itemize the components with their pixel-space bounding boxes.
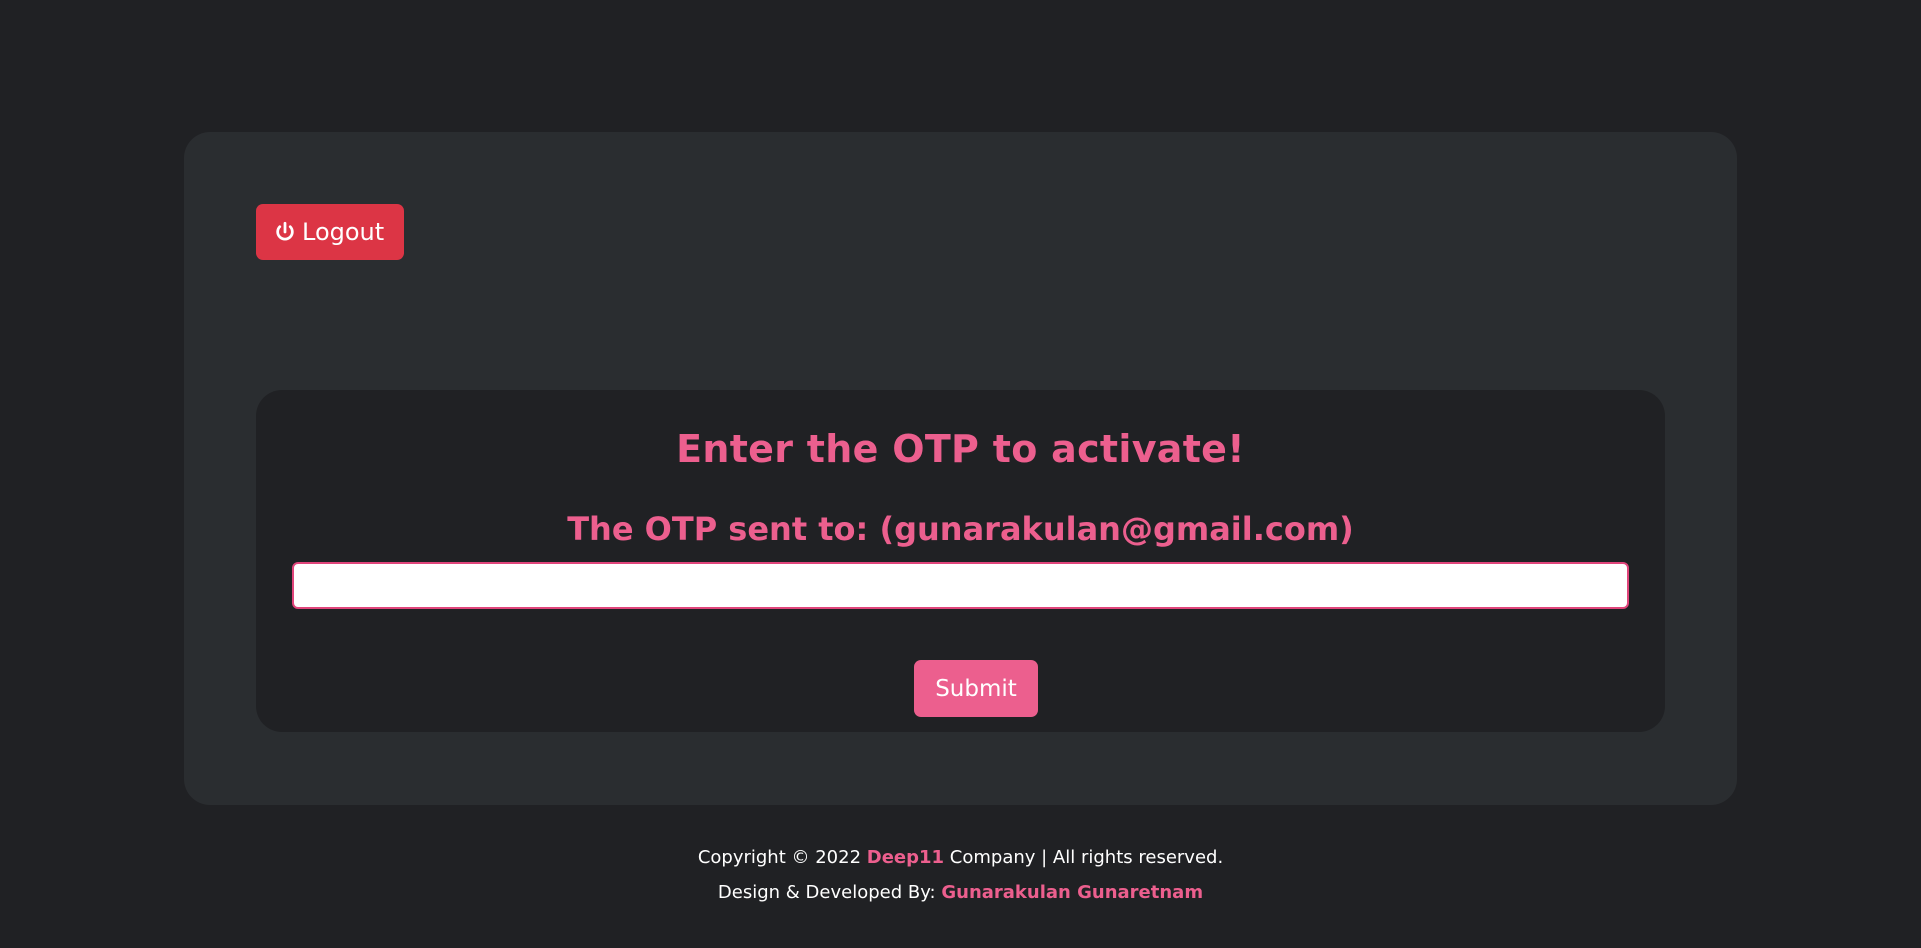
submit-button[interactable]: Submit (914, 660, 1038, 717)
company-name: Deep11 (866, 847, 945, 868)
page: Logout Enter the OTP to activate! The OT… (0, 0, 1921, 948)
footer: Copyright © 2022 Deep11 Company | All ri… (0, 845, 1921, 916)
copyright-suffix: Company | All rights reserved. (949, 847, 1224, 868)
main-card: Logout Enter the OTP to activate! The OT… (184, 132, 1737, 805)
otp-panel: Enter the OTP to activate! The OTP sent … (256, 390, 1665, 732)
copyright-line: Copyright © 2022 Deep11 Company | All ri… (0, 845, 1921, 881)
copyright-prefix: Copyright © 2022 (697, 847, 862, 868)
otp-title: Enter the OTP to activate! (676, 427, 1245, 471)
developer-name: Gunarakulan Gunaretnam (941, 882, 1204, 903)
otp-sent-to-label: The OTP sent to: (gunarakulan@gmail.com) (567, 510, 1354, 548)
logout-button[interactable]: Logout (256, 204, 405, 260)
logout-label: Logout (302, 218, 385, 246)
developer-line: Design & Developed By: Gunarakulan Gunar… (0, 880, 1921, 916)
developer-prefix: Design & Developed By: (717, 882, 936, 903)
otp-input[interactable] (292, 562, 1629, 609)
power-icon (274, 221, 296, 243)
